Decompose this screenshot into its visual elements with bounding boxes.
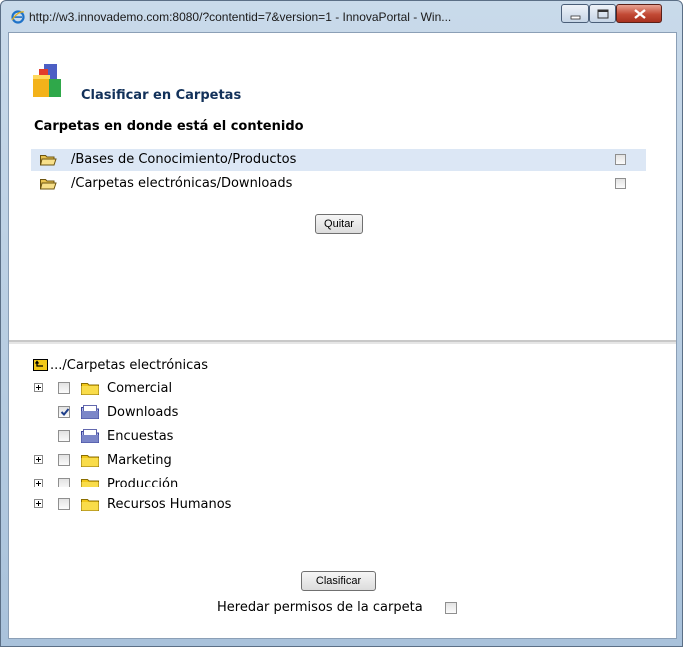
remove-folder-checkbox[interactable] (615, 154, 626, 165)
folder-checkbox[interactable] (58, 454, 70, 466)
remove-folder-checkbox[interactable] (615, 178, 626, 189)
tree-item[interactable]: Marketing (9, 450, 669, 472)
folder-shared-icon (81, 429, 99, 443)
folder-checkbox[interactable] (58, 430, 70, 442)
current-folder-path: .../Carpetas electrónicas (50, 358, 208, 373)
maximize-icon (597, 9, 609, 19)
folder-path: /Bases de Conocimiento/Productos (71, 152, 297, 167)
close-icon (634, 9, 646, 19)
expand-toggle-icon[interactable] (34, 455, 43, 464)
folder-checkbox[interactable] (58, 498, 70, 510)
tree-item-label: Encuestas (107, 429, 174, 444)
assigned-folder-row[interactable]: /Bases de Conocimiento/Productos (31, 149, 646, 171)
expand-toggle-icon[interactable] (34, 383, 43, 392)
pane-divider (9, 342, 676, 344)
classify-folders-icon (33, 64, 61, 97)
page-title: Clasificar en Carpetas (81, 88, 242, 103)
tree-item-label: Comercial (107, 381, 173, 396)
title-bar[interactable]: http://w3.innovademo.com:8080/?contentid… (1, 1, 682, 33)
folder-browser-pane: .../Carpetas electrónicas Comercial Down… (9, 342, 676, 638)
close-button[interactable] (616, 4, 662, 23)
inherit-permissions-checkbox[interactable] (445, 602, 457, 614)
inherit-permissions-row: Heredar permisos de la carpeta (9, 597, 676, 619)
folder-icon (81, 499, 99, 511)
dialog-content: Clasificar en Carpetas Carpetas en donde… (8, 32, 677, 639)
classify-button[interactable]: Clasificar (301, 571, 376, 591)
section-title: Carpetas en donde está el contenido (34, 119, 304, 134)
folder-checkbox[interactable] (58, 478, 70, 487)
minimize-icon (570, 15, 581, 20)
folder-icon (81, 479, 99, 487)
expand-toggle-icon[interactable] (34, 479, 43, 487)
tree-item-label: Downloads (107, 405, 179, 420)
tree-item-label: Recursos Humanos (107, 497, 232, 512)
tree-item[interactable]: Downloads (9, 402, 669, 424)
tree-item[interactable]: Encuestas (9, 426, 669, 448)
open-folder-icon (40, 155, 57, 166)
assigned-folders-pane: Clasificar en Carpetas Carpetas en donde… (9, 33, 676, 342)
expand-toggle-icon[interactable] (34, 499, 43, 508)
internet-explorer-icon (11, 10, 25, 24)
tree-item[interactable]: Producción (9, 474, 669, 487)
tree-item[interactable]: Comercial (9, 378, 669, 400)
folder-path: /Carpetas electrónicas/Downloads (71, 176, 293, 191)
minimize-button[interactable] (561, 4, 589, 23)
open-folder-icon (40, 179, 57, 190)
maximize-button[interactable] (589, 4, 616, 23)
folder-checkbox[interactable] (58, 382, 70, 394)
tree-item-label: Marketing (107, 453, 172, 468)
tree-item-label: Producción (107, 477, 179, 487)
assigned-folder-row[interactable]: /Carpetas electrónicas/Downloads (31, 173, 646, 195)
browser-popup-window: http://w3.innovademo.com:8080/?contentid… (0, 0, 683, 647)
window-title: http://w3.innovademo.com:8080/?contentid… (29, 10, 452, 24)
folder-icon (81, 383, 99, 395)
folder-checkbox[interactable] (58, 406, 70, 418)
folder-icon (81, 455, 99, 467)
up-folder-icon[interactable] (33, 359, 48, 371)
tree-item[interactable]: Recursos Humanos (9, 494, 669, 516)
remove-button[interactable]: Quitar (315, 214, 363, 234)
checkmark-icon (60, 408, 70, 416)
inherit-permissions-label: Heredar permisos de la carpeta (217, 600, 423, 615)
folder-shared-icon (81, 405, 99, 419)
